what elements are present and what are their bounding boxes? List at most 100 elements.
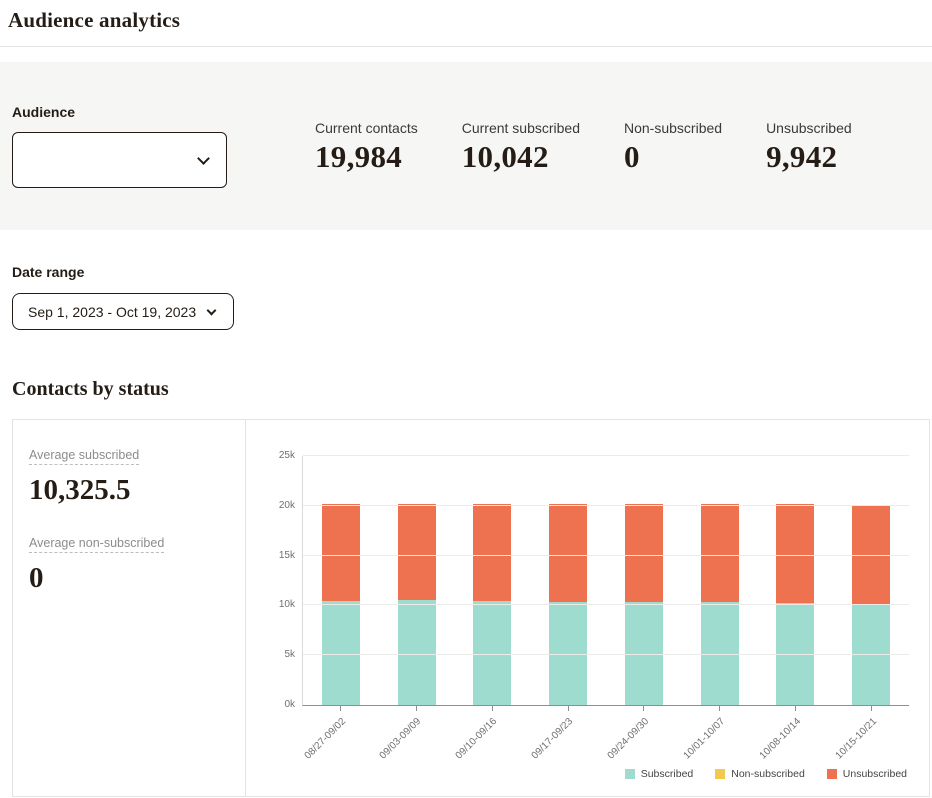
bar-slot <box>455 456 531 705</box>
bar-slot <box>606 456 682 705</box>
audience-select[interactable] <box>12 132 227 188</box>
bar-segment-subscribed[interactable] <box>322 601 360 705</box>
stat-label: Unsubscribed <box>766 120 852 136</box>
x-tick-label: 09/24-09/30 <box>606 716 652 762</box>
gridline <box>303 555 909 556</box>
bar-segment-subscribed[interactable] <box>398 600 436 705</box>
y-tick-label: 15k <box>257 550 295 561</box>
legend-swatch <box>827 769 837 779</box>
x-tick: 09/10-09/16 <box>454 706 530 764</box>
page-header: Audience analytics <box>0 0 932 47</box>
average-subscribed-label: Average subscribed <box>29 448 139 465</box>
bar-slot <box>833 456 909 705</box>
x-tick: 09/17-09/23 <box>530 706 606 764</box>
bar-segment-unsubscribed[interactable] <box>322 504 360 601</box>
y-tick-label: 25k <box>257 450 295 461</box>
stacked-bar[interactable] <box>776 456 814 705</box>
x-tick: 09/24-09/30 <box>606 706 682 764</box>
stacked-bar[interactable] <box>625 456 663 705</box>
legend-swatch <box>715 769 725 779</box>
stacked-bar[interactable] <box>852 456 890 705</box>
average-subscribed-block: Average subscribed 10,325.5 <box>29 446 229 507</box>
x-tick: 10/08-10/14 <box>757 706 833 764</box>
bar-slot <box>682 456 758 705</box>
stat-value: 10,042 <box>462 139 580 175</box>
x-tick: 09/03-09/09 <box>378 706 454 764</box>
y-tick-label: 10k <box>257 599 295 610</box>
x-tick: 10/01-10/07 <box>681 706 757 764</box>
y-tick-label: 0k <box>257 699 295 710</box>
stat-value: 19,984 <box>315 139 418 175</box>
legend-item-non-subscribed: Non-subscribed <box>715 768 805 780</box>
bar-segment-subscribed[interactable] <box>473 601 511 705</box>
date-range-section: Date range Sep 1, 2023 - Oct 19, 2023 <box>12 264 932 330</box>
audience-panel: Audience Current contacts 19,984 Current… <box>0 62 932 230</box>
chevron-down-icon <box>207 305 217 315</box>
x-tick: 10/15-10/21 <box>833 706 909 764</box>
stacked-bar[interactable] <box>549 456 587 705</box>
stacked-bar[interactable] <box>701 456 739 705</box>
gridline <box>303 654 909 655</box>
x-tick-label: 10/01-10/07 <box>682 716 728 762</box>
chart-plot: 0k5k10k15k20k25k <box>302 456 909 706</box>
date-range-value: Sep 1, 2023 - Oct 19, 2023 <box>28 304 196 320</box>
bar-segment-unsubscribed[interactable] <box>473 504 511 601</box>
x-tick-label: 08/27-09/02 <box>302 716 348 762</box>
bar-slot <box>379 456 455 705</box>
legend-label: Subscribed <box>641 768 694 780</box>
chart-column: 0k5k10k15k20k25k 08/27-09/0209/03-09/090… <box>246 420 929 796</box>
contacts-by-status-title: Contacts by status <box>12 378 932 401</box>
legend-item-subscribed: Subscribed <box>625 768 694 780</box>
date-range-label: Date range <box>12 264 932 280</box>
bar-slot <box>303 456 379 705</box>
bar-segment-unsubscribed[interactable] <box>398 504 436 601</box>
bar-segment-unsubscribed[interactable] <box>701 504 739 602</box>
y-tick-label: 5k <box>257 649 295 660</box>
stacked-bar[interactable] <box>473 456 511 705</box>
x-axis: 08/27-09/02 09/03-09/09 09/10-09/16 09/17-0… <box>302 706 909 764</box>
chart-legend: Subscribed Non-subscribed Unsubscribed <box>254 768 909 780</box>
stat-current-subscribed: Current subscribed 10,042 <box>462 120 580 188</box>
legend-label: Non-subscribed <box>731 768 805 780</box>
gridline <box>303 455 909 456</box>
bars-row <box>303 456 909 705</box>
audience-selector: Audience <box>12 104 315 188</box>
legend-label: Unsubscribed <box>843 768 907 780</box>
x-tick: 08/27-09/02 <box>302 706 378 764</box>
x-tick-label: 09/03-09/09 <box>378 716 424 762</box>
bar-segment-unsubscribed[interactable] <box>549 504 587 602</box>
stat-value: 9,942 <box>766 139 852 175</box>
x-tick-label: 09/17-09/23 <box>530 716 576 762</box>
date-range-button[interactable]: Sep 1, 2023 - Oct 19, 2023 <box>12 293 234 330</box>
average-non-subscribed-label: Average non-subscribed <box>29 536 164 553</box>
stacked-bar[interactable] <box>398 456 436 705</box>
stat-non-subscribed: Non-subscribed 0 <box>624 120 722 188</box>
y-tick-label: 20k <box>257 500 295 511</box>
contacts-by-status-card: Average subscribed 10,325.5 Average non-… <box>12 419 930 797</box>
stacked-bar[interactable] <box>322 456 360 705</box>
stat-current-contacts: Current contacts 19,984 <box>315 120 418 188</box>
legend-swatch <box>625 769 635 779</box>
stat-unsubscribed: Unsubscribed 9,942 <box>766 120 852 188</box>
stat-label: Current contacts <box>315 120 418 136</box>
average-subscribed-value: 10,325.5 <box>29 474 229 507</box>
page-title: Audience analytics <box>8 8 932 33</box>
gridline <box>303 505 909 506</box>
bar-slot <box>530 456 606 705</box>
audience-label: Audience <box>12 104 315 120</box>
stat-value: 0 <box>624 139 722 175</box>
legend-item-unsubscribed: Unsubscribed <box>827 768 907 780</box>
gridline <box>303 604 909 605</box>
stat-label: Current subscribed <box>462 120 580 136</box>
x-tick-label: 10/15-10/21 <box>833 716 879 762</box>
summary-column: Average subscribed 10,325.5 Average non-… <box>13 420 246 796</box>
average-non-subscribed-value: 0 <box>29 562 229 595</box>
stats-row: Current contacts 19,984 Current subscrib… <box>315 104 852 188</box>
bar-slot <box>758 456 834 705</box>
bar-segment-unsubscribed[interactable] <box>625 504 663 602</box>
chevron-down-icon <box>197 152 210 165</box>
stat-label: Non-subscribed <box>624 120 722 136</box>
average-non-subscribed-block: Average non-subscribed 0 <box>29 534 229 595</box>
x-tick-label: 09/10-09/16 <box>454 716 500 762</box>
x-tick-label: 10/08-10/14 <box>757 716 803 762</box>
